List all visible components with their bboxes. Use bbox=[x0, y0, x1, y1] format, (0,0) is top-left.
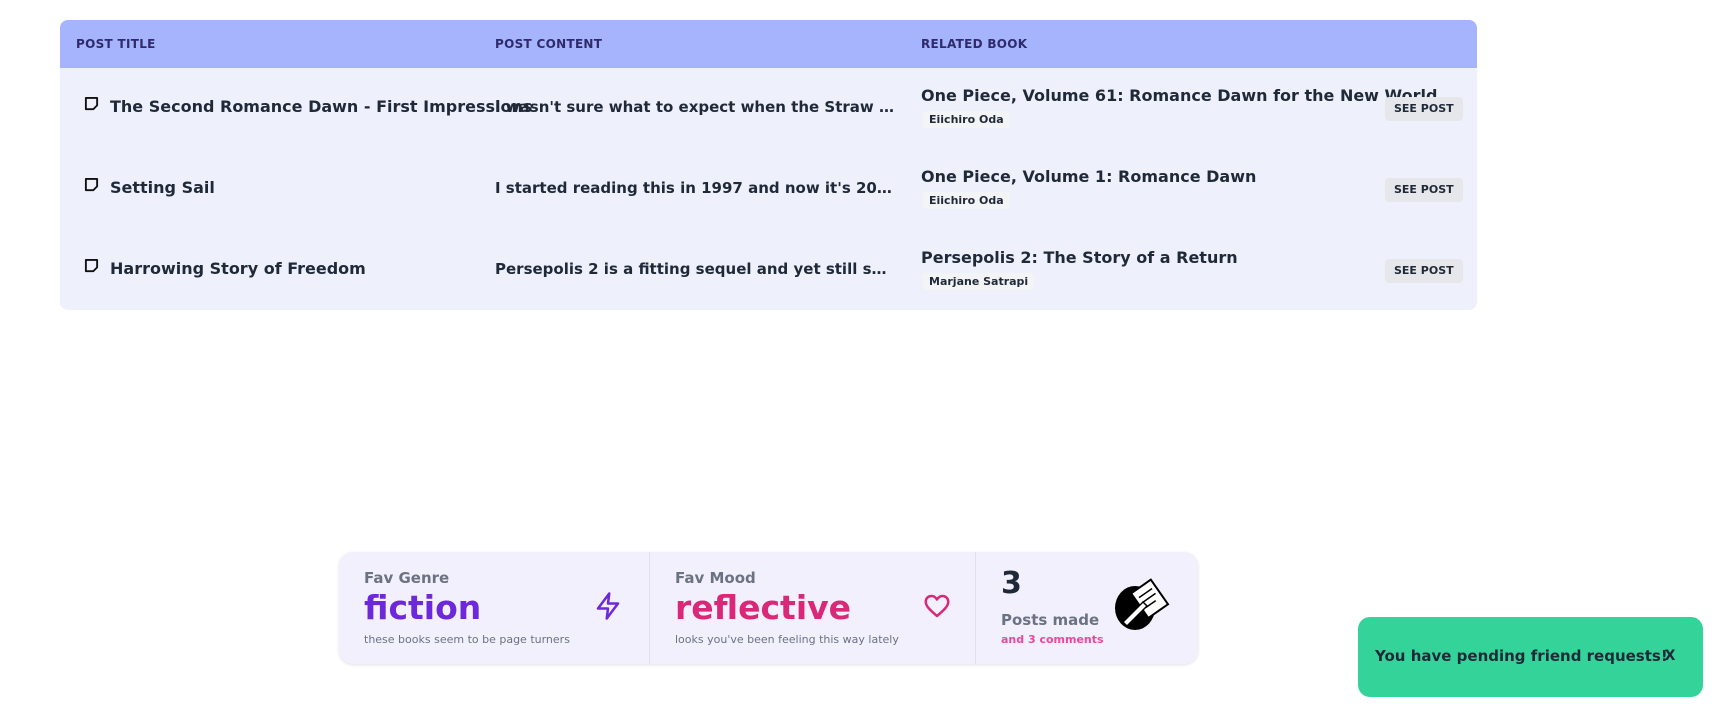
posts-count: 3 bbox=[1001, 566, 1022, 601]
heart-icon bbox=[924, 594, 950, 618]
header-related-book: RELATED BOOK bbox=[921, 37, 1028, 51]
book-author-tag: Eiichiro Oda bbox=[923, 192, 1010, 209]
lightning-icon bbox=[596, 592, 620, 620]
related-book-title: One Piece, Volume 1: Romance Dawn bbox=[921, 167, 1257, 186]
table-row: Setting Sail I started reading this in 1… bbox=[60, 149, 1477, 230]
table-row: Harrowing Story of Freedom Persepolis 2 … bbox=[60, 230, 1477, 310]
fav-mood-description: looks you've been feeling this way latel… bbox=[675, 633, 899, 646]
book-author-tag: Marjane Satrapi bbox=[923, 273, 1035, 290]
post-title[interactable]: The Second Romance Dawn - First Impressi… bbox=[110, 97, 532, 116]
table-row: The Second Romance Dawn - First Impressi… bbox=[60, 68, 1477, 149]
related-book-title: One Piece, Volume 61: Romance Dawn for t… bbox=[921, 86, 1438, 105]
posts-table: POST TITLE POST CONTENT RELATED BOOK The… bbox=[60, 20, 1477, 310]
see-post-button[interactable]: SEE POST bbox=[1385, 259, 1463, 283]
fav-genre-label: Fav Genre bbox=[364, 569, 450, 587]
post-title[interactable]: Harrowing Story of Freedom bbox=[110, 259, 366, 278]
posts-made-stat: 3 Posts made and 3 comments bbox=[975, 552, 1199, 664]
friend-request-toast: You have pending friend requests! X bbox=[1358, 617, 1703, 697]
pencil-note-figure bbox=[1115, 578, 1170, 630]
toast-close-button[interactable]: X bbox=[1658, 644, 1682, 668]
toast-message: You have pending friend requests! bbox=[1375, 647, 1668, 665]
comments-count: and 3 comments bbox=[1001, 633, 1104, 646]
see-post-button[interactable]: SEE POST bbox=[1385, 97, 1463, 121]
fav-genre-stat: Fav Genre fiction these books seem to be… bbox=[339, 552, 649, 664]
post-title[interactable]: Setting Sail bbox=[110, 178, 215, 197]
fav-genre-value: fiction bbox=[364, 588, 482, 627]
post-content: Persepolis 2 is a fitting sequel and yet… bbox=[495, 260, 895, 278]
fav-mood-stat: Fav Mood reflective looks you've been fe… bbox=[649, 552, 976, 664]
post-content: I wasn't sure what to expect when the St… bbox=[495, 98, 895, 116]
stats-panel: Fav Genre fiction these books seem to be… bbox=[339, 552, 1198, 664]
fav-mood-label: Fav Mood bbox=[675, 569, 756, 587]
fav-genre-description: these books seem to be page turners bbox=[364, 633, 570, 646]
post-content: I started reading this in 1997 and now i… bbox=[495, 179, 895, 197]
book-author-tag: Eiichiro Oda bbox=[923, 111, 1010, 128]
header-post-title: POST TITLE bbox=[76, 37, 156, 51]
note-icon bbox=[84, 177, 99, 192]
related-book-title: Persepolis 2: The Story of a Return bbox=[921, 248, 1238, 267]
table-header: POST TITLE POST CONTENT RELATED BOOK bbox=[60, 20, 1477, 68]
note-icon bbox=[84, 258, 99, 273]
fav-mood-value: reflective bbox=[675, 588, 852, 627]
posts-made-label: Posts made bbox=[1001, 611, 1100, 629]
see-post-button[interactable]: SEE POST bbox=[1385, 178, 1463, 202]
note-icon bbox=[84, 96, 99, 111]
header-post-content: POST CONTENT bbox=[495, 37, 603, 51]
